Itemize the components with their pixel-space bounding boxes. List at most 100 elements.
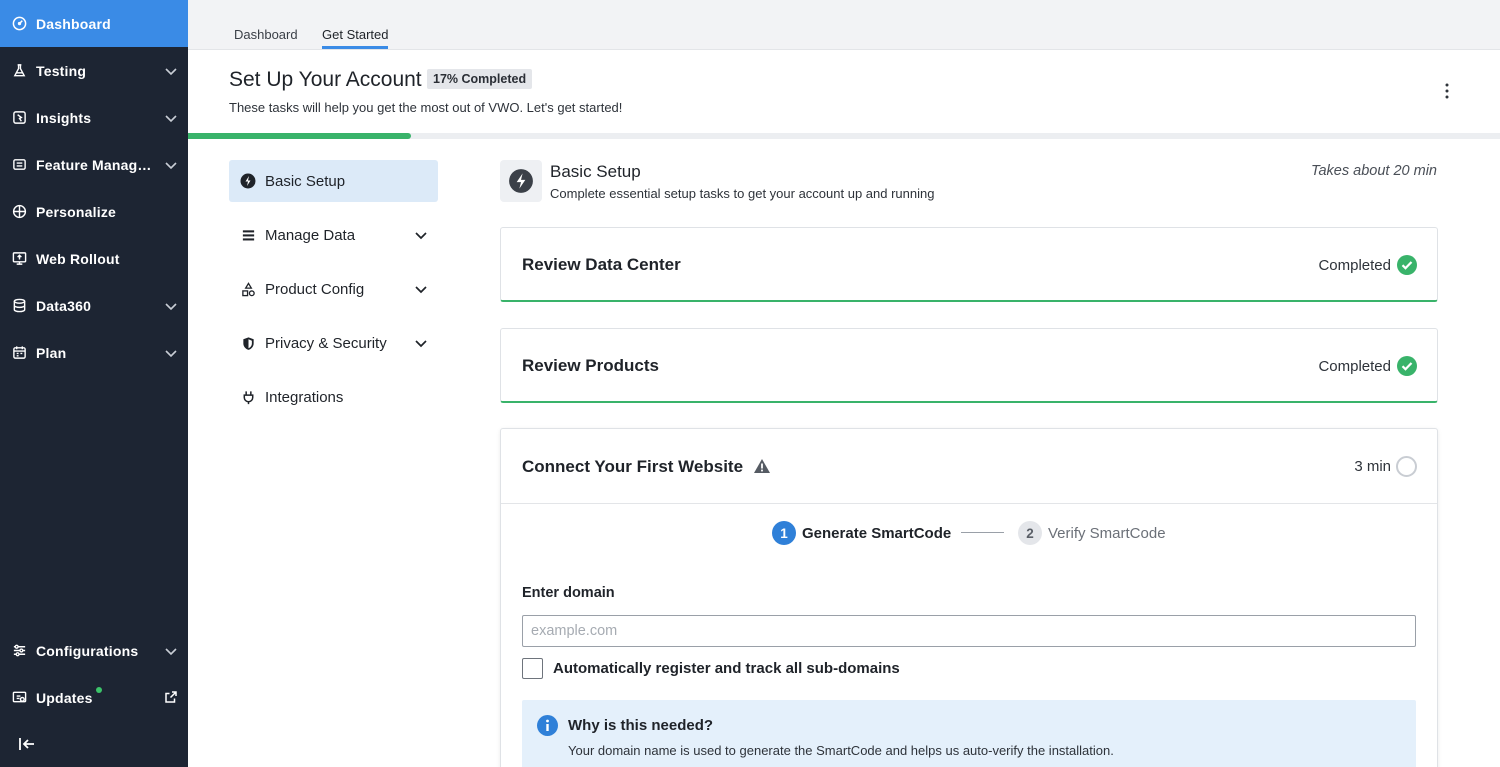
task-status: Completed — [1318, 356, 1417, 376]
rollout-icon — [11, 251, 27, 267]
subnav-basic-setup[interactable]: Basic Setup — [229, 160, 438, 202]
chevron-down-icon[interactable] — [414, 228, 428, 242]
sidebar-item-testing[interactable]: Testing — [0, 47, 188, 94]
chevron-down-icon[interactable] — [164, 111, 178, 125]
collapse-sidebar-button[interactable] — [18, 736, 36, 752]
subnav-label: Integrations — [265, 388, 344, 406]
section-icon-tile — [500, 160, 542, 202]
step-number: 2 — [1018, 521, 1042, 545]
sidebar-item-insights[interactable]: Insights — [0, 94, 188, 141]
step-label: Generate SmartCode — [802, 524, 952, 542]
task-card-header[interactable]: Connect Your First Website 3 min — [501, 429, 1437, 504]
chevron-down-icon[interactable] — [164, 346, 178, 360]
database-icon — [11, 298, 27, 314]
external-link-icon[interactable] — [164, 690, 178, 704]
subnav-label: Basic Setup — [265, 172, 346, 190]
subdomains-checkbox-label: Automatically register and track all sub… — [553, 660, 900, 677]
sidebar-item-updates[interactable]: Updates — [0, 674, 188, 721]
sidebar-item-label: Plan — [36, 344, 67, 361]
task-status-label: Completed — [1318, 357, 1391, 375]
insights-icon — [11, 110, 27, 126]
sidebar-item-configurations[interactable]: Configurations — [0, 627, 188, 674]
sidebar-item-label: Insights — [36, 109, 92, 126]
sidebar-item-plan[interactable]: Plan — [0, 329, 188, 376]
task-card-review-products[interactable]: Review Products Completed — [500, 328, 1438, 403]
check-circle-icon — [1397, 356, 1417, 376]
more-options-icon[interactable] — [1439, 82, 1455, 100]
sidebar-item-web-rollout[interactable]: Web Rollout — [0, 235, 188, 282]
target-icon — [11, 204, 27, 220]
page-subtitle: These tasks will help you get the most o… — [229, 100, 623, 115]
tab-get-started[interactable]: Get Started — [322, 27, 389, 49]
info-title: Why is this needed? — [568, 717, 714, 734]
info-icon — [537, 715, 558, 736]
section-subtitle: Complete essential setup tasks to get yo… — [550, 186, 935, 201]
top-tab-bar: Dashboard Get Started — [188, 0, 1500, 50]
setup-progress-fill — [188, 133, 412, 139]
setup-progress-bar — [188, 133, 1500, 139]
chevron-down-icon[interactable] — [164, 644, 178, 658]
task-status: Completed — [1318, 255, 1417, 275]
sidebar: Dashboard Testing Insights Feature Manag… — [0, 0, 188, 767]
sidebar-item-feature-management[interactable]: Feature Management — [0, 141, 188, 188]
shield-icon — [240, 335, 256, 351]
sidebar-item-label: Testing — [36, 62, 87, 79]
updates-icon — [11, 690, 27, 706]
info-text: Your domain name is used to generate the… — [568, 743, 1114, 758]
task-status-label: Completed — [1318, 256, 1391, 274]
step-connector — [961, 532, 1004, 533]
calendar-icon — [11, 345, 27, 361]
gauge-icon — [11, 16, 27, 32]
tab-dashboard[interactable]: Dashboard — [234, 27, 298, 48]
task-card-review-data-center[interactable]: Review Data Center Completed — [500, 227, 1438, 302]
step-label: Verify SmartCode — [1048, 524, 1166, 542]
sidebar-item-label: Feature Management — [36, 156, 156, 173]
notification-dot — [95, 686, 102, 693]
collapse-icon — [19, 738, 34, 750]
chevron-down-icon[interactable] — [164, 158, 178, 172]
feature-icon — [11, 157, 27, 173]
domain-input[interactable] — [522, 615, 1416, 647]
task-time-estimate: 3 min — [1354, 458, 1391, 475]
sidebar-item-data360[interactable]: Data360 — [0, 282, 188, 329]
sidebar-item-label: Dashboard — [36, 15, 111, 32]
subnav-label: Privacy & Security — [265, 334, 387, 352]
domain-label: Enter domain — [522, 585, 615, 601]
subnav-label: Manage Data — [265, 226, 356, 244]
sidebar-item-label: Personalize — [36, 203, 117, 220]
step-generate-smartcode[interactable]: 1 Generate SmartCode — [772, 521, 951, 545]
chevron-down-icon[interactable] — [414, 336, 428, 350]
task-title: Connect Your First Website — [522, 457, 744, 476]
info-callout: Why is this needed? Your domain name is … — [522, 700, 1416, 767]
list-icon — [240, 227, 256, 243]
subnav-integrations[interactable]: Integrations — [229, 376, 438, 418]
incomplete-circle-icon — [1396, 456, 1417, 477]
task-title: Review Data Center — [522, 255, 681, 274]
sliders-icon — [11, 643, 27, 659]
sidebar-item-label: Updates — [36, 689, 93, 706]
plug-icon — [240, 389, 256, 405]
sidebar-item-label: Configurations — [36, 642, 139, 659]
check-circle-icon — [1397, 255, 1417, 275]
subnav-product-config[interactable]: Product Config — [229, 268, 438, 310]
bolt-icon — [509, 169, 533, 193]
page-title: Set Up Your Account — [229, 68, 422, 91]
subnav-privacy-security[interactable]: Privacy & Security — [229, 322, 438, 364]
sidebar-item-label: Web Rollout — [36, 250, 120, 267]
warning-icon — [754, 459, 770, 473]
step-number: 1 — [772, 521, 796, 545]
sidebar-item-personalize[interactable]: Personalize — [0, 188, 188, 235]
task-title: Review Products — [522, 356, 659, 375]
subdomains-checkbox[interactable] — [522, 658, 543, 679]
chevron-down-icon[interactable] — [164, 64, 178, 78]
chevron-down-icon[interactable] — [414, 282, 428, 296]
shapes-icon — [240, 281, 256, 297]
step-verify-smartcode[interactable]: 2 Verify SmartCode — [1018, 521, 1166, 545]
bolt-icon — [240, 173, 256, 189]
chevron-down-icon[interactable] — [164, 299, 178, 313]
subnav-manage-data[interactable]: Manage Data — [229, 214, 438, 256]
sidebar-item-dashboard[interactable]: Dashboard — [0, 0, 188, 47]
sidebar-item-label: Data360 — [36, 297, 92, 314]
flask-icon — [11, 63, 27, 79]
section-title: Basic Setup — [550, 162, 641, 181]
